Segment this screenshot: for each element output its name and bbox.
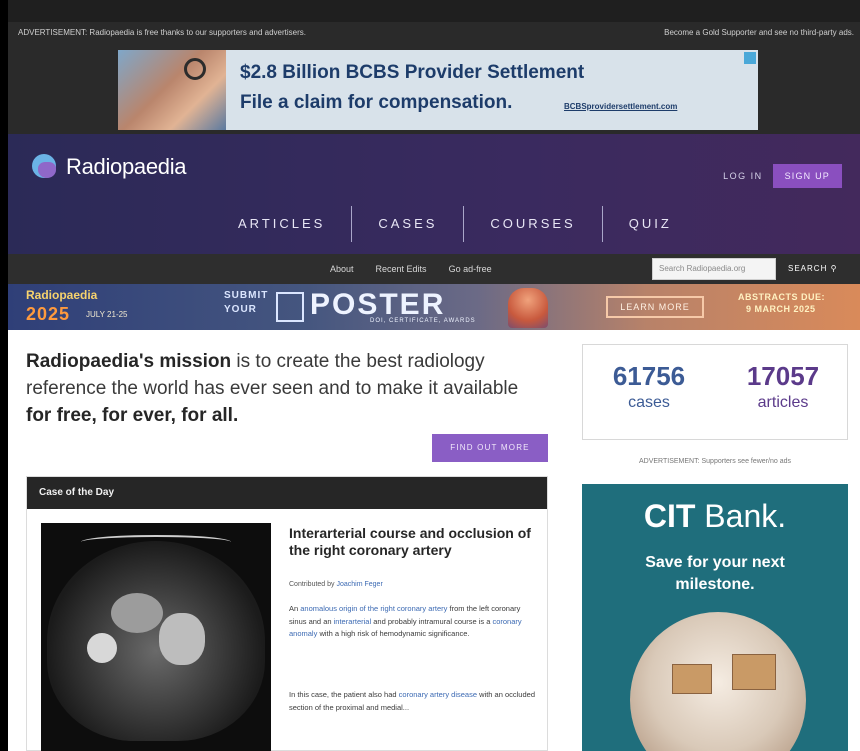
articles-stat[interactable]: 17057 articles — [723, 361, 843, 412]
main-content: Radiopaedia's mission is to create the b… — [8, 330, 860, 751]
side-ad-note: ADVERTISEMENT: Supporters see fewer/no a… — [639, 458, 791, 465]
gold-supporter-link[interactable]: Become a Gold Supporter and see no third… — [664, 28, 854, 37]
nav-quiz[interactable]: QUIZ — [603, 206, 698, 242]
login-link[interactable]: LOG IN — [723, 171, 763, 181]
case-text: In this case, the patient also had — [289, 690, 399, 699]
page: ADVERTISEMENT: Radiopaedia is free thank… — [8, 0, 860, 751]
nav-courses[interactable]: COURSES — [464, 206, 601, 242]
cases-count: 61756 — [612, 361, 686, 391]
case-description-2: In this case, the patient also had coron… — [289, 689, 539, 714]
conference-promo-banner[interactable]: Radiopaedia 2025 JULY 21-25 SUBMIT YOUR … — [8, 284, 860, 330]
case-title[interactable]: Interarterial course and occlusion of th… — [289, 525, 539, 559]
recent-edits-link[interactable]: Recent Edits — [376, 264, 427, 274]
ad-url[interactable]: BCBSprovidersettlement.com — [564, 102, 677, 111]
search-input[interactable]: Search Radiopaedia.org — [652, 258, 776, 280]
case-contributor: Contributed by Joachim Feger — [289, 581, 383, 588]
blood-pressure-cuff-icon — [184, 58, 206, 80]
sub-nav-links: About Recent Edits Go ad-free — [330, 254, 492, 284]
ad-headline: $2.8 Billion BCBS Provider Settlement — [240, 62, 585, 83]
nav-cases[interactable]: CASES — [352, 206, 463, 242]
author-link[interactable]: Joachim Feger — [336, 581, 382, 588]
ad-note: ADVERTISEMENT: Radiopaedia is free thank… — [18, 28, 306, 37]
cases-label: cases — [628, 394, 670, 411]
cit-tagline-2: milestone. — [675, 576, 755, 593]
cit-bank-logo: CIT Bank. — [582, 498, 848, 535]
case-of-the-day: Case of the Day Interarterial course and… — [26, 476, 548, 751]
site-logo[interactable]: Radiopaedia — [30, 152, 187, 182]
case-ct-image[interactable] — [41, 523, 271, 751]
ct-organ — [87, 633, 117, 663]
stats-box: 61756 cases 17057 articles — [582, 344, 848, 440]
abstracts-due-label: ABSTRACTS DUE: — [738, 292, 825, 302]
ad-subheadline: File a claim for compensation. — [240, 92, 513, 113]
auth-links: LOG IN SIGN UP — [723, 164, 842, 188]
promo-illustration — [508, 288, 548, 328]
signup-button[interactable]: SIGN UP — [772, 164, 842, 188]
anomalous-origin-link[interactable]: anomalous origin of the right coronary a… — [300, 604, 447, 613]
r-logo-icon — [276, 292, 304, 322]
promo-year: 2025 — [26, 304, 71, 324]
promo-your: YOUR — [224, 304, 257, 315]
case-text: and probably intramural course is a — [371, 616, 493, 626]
promo-submit: SUBMIT — [224, 290, 269, 301]
find-out-more-button[interactable]: FIND OUT MORE — [432, 434, 548, 462]
articles-label: articles — [757, 394, 809, 411]
go-ad-free-link[interactable]: Go ad-free — [449, 264, 492, 274]
brain-logo-icon — [30, 152, 60, 182]
cit-tagline-1: Save for your next — [645, 554, 785, 571]
mission-statement: Radiopaedia's mission is to create the b… — [26, 348, 546, 429]
main-nav: ARTICLES CASES COURSES QUIZ — [212, 206, 698, 242]
cases-stat[interactable]: 61756 cases — [589, 361, 709, 412]
ct-body — [47, 541, 265, 741]
cit-brand-rest: Bank. — [695, 498, 787, 534]
coronary-artery-disease-link[interactable]: coronary artery disease — [399, 690, 477, 699]
ct-rib — [81, 535, 231, 549]
search-button-label: SEARCH — [788, 264, 828, 273]
cit-ad-photo — [630, 612, 806, 751]
mission-emphasis: for free, for ever, for all. — [26, 405, 239, 426]
mission-brand: Radiopaedia's mission — [26, 351, 232, 372]
sub-nav: About Recent Edits Go ad-free Search Rad… — [8, 254, 860, 284]
case-description: An anomalous origin of the right coronar… — [289, 603, 539, 641]
ct-organ — [111, 593, 163, 633]
nav-articles[interactable]: ARTICLES — [212, 206, 351, 242]
search-button[interactable]: SEARCH ⚲ — [788, 254, 837, 284]
top-ad-region: ADVERTISEMENT: Radiopaedia is free thank… — [8, 22, 860, 134]
promo-cert: DOI, CERTIFICATE, AWARDS — [370, 318, 476, 324]
case-of-the-day-header: Case of the Day — [27, 477, 547, 509]
articles-count: 17057 — [746, 361, 820, 391]
contributed-by-label: Contributed by — [289, 581, 337, 588]
cit-bank-ad[interactable]: CIT Bank. Save for your next milestone. — [582, 484, 848, 751]
cit-brand-bold: CIT — [643, 498, 696, 534]
learn-more-button[interactable]: LEARN MORE — [606, 296, 704, 318]
case-text: An — [289, 604, 301, 613]
moving-box-image — [672, 664, 712, 694]
interarterial-link[interactable]: interarterial — [334, 617, 372, 626]
site-header: Radiopaedia LOG IN SIGN UP ARTICLES CASE… — [8, 134, 860, 254]
promo-brand: Radiopaedia — [26, 288, 98, 302]
adchoices-icon[interactable] — [744, 52, 756, 64]
promo-dates: JULY 21-25 — [86, 310, 128, 319]
moving-box-image — [732, 654, 776, 690]
case-text: with a high risk of hemodynamic signific… — [317, 629, 470, 638]
settlement-ad-banner[interactable]: $2.8 Billion BCBS Provider Settlement Fi… — [118, 50, 758, 130]
abstracts-due-date: 9 MARCH 2025 — [746, 304, 816, 314]
promo-poster: POSTER — [310, 288, 446, 321]
search-icon: ⚲ — [830, 264, 838, 273]
ad-photo — [118, 50, 226, 130]
about-link[interactable]: About — [330, 264, 354, 274]
logo-text: Radiopaedia — [66, 154, 187, 179]
ct-organ — [159, 613, 205, 665]
